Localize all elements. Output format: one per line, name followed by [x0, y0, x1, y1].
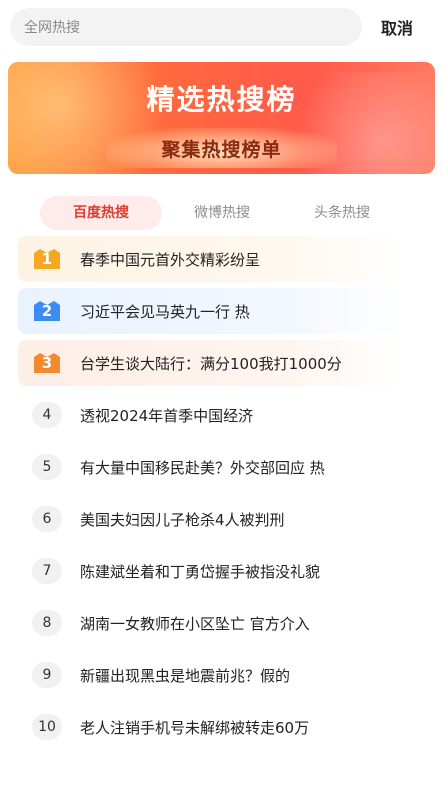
- list-item[interactable]: 5 有大量中国移民赴美？外交部回应 热: [18, 444, 404, 490]
- rank-number: 9: [32, 662, 62, 688]
- banner-subtitle: 聚集热搜榜单: [161, 138, 282, 161]
- list-item[interactable]: 10 老人注销手机号未解绑被转走60万: [18, 704, 404, 750]
- rank-number: 2: [41, 302, 53, 320]
- list-item[interactable]: 9 新疆出现黑虫是地震前兆？假的: [18, 652, 404, 698]
- rank-number: 4: [32, 402, 62, 428]
- item-title: 有大量中国移民赴美？外交部回应 热: [80, 458, 325, 477]
- source-tabs: 百度热搜 微博热搜 头条热搜: [0, 196, 442, 230]
- banner-title: 精选热搜榜: [146, 83, 297, 116]
- item-title: 新疆出现黑虫是地震前兆？假的: [80, 666, 291, 685]
- item-title: 湖南一女教师在小区坠亡 官方介入: [80, 614, 310, 633]
- item-title: 台学生谈大陆行：满分100我打1000分: [80, 354, 342, 373]
- list-item[interactable]: 1 春季中国元首外交精彩纷呈: [18, 236, 404, 282]
- list-item[interactable]: 3 台学生谈大陆行：满分100我打1000分: [18, 340, 404, 386]
- rank-number: 6: [32, 506, 62, 532]
- search-bar: 全网热搜 取消: [10, 8, 432, 46]
- item-title: 春季中国元首外交精彩纷呈: [80, 250, 261, 269]
- search-input[interactable]: 全网热搜: [10, 8, 362, 46]
- item-title: 透视2024年首季中国经济: [80, 406, 254, 425]
- list-item[interactable]: 7 陈建斌坐着和丁勇岱握手被指没礼貌: [18, 548, 404, 594]
- list-item[interactable]: 6 美国夫妇因儿子枪杀4人被判刑: [18, 496, 404, 542]
- hot-list-banner: 精选热搜榜 聚集热搜榜单: [8, 62, 435, 174]
- item-title: 美国夫妇因儿子枪杀4人被判刑: [80, 510, 285, 529]
- search-placeholder: 全网热搜: [24, 20, 80, 36]
- tab-baidu[interactable]: 百度热搜: [40, 196, 162, 230]
- tab-toutiao[interactable]: 头条热搜: [290, 196, 394, 230]
- rank-badge-orange: 3: [32, 351, 62, 375]
- item-title: 陈建斌坐着和丁勇岱握手被指没礼貌: [80, 562, 321, 581]
- rank-number: 3: [41, 354, 53, 372]
- tab-weibo[interactable]: 微博热搜: [170, 196, 274, 230]
- list-item[interactable]: 4 透视2024年首季中国经济: [18, 392, 404, 438]
- item-title: 老人注销手机号未解绑被转走60万: [80, 718, 310, 737]
- rank-badge-blue: 2: [32, 299, 62, 323]
- list-item[interactable]: 2 习近平会见马英九一行 热: [18, 288, 404, 334]
- list-item[interactable]: 8 湖南一女教师在小区坠亡 官方介入: [18, 600, 404, 646]
- rank-number: 1: [41, 250, 53, 268]
- cancel-button[interactable]: 取消: [362, 15, 432, 39]
- banner-subtitle-plate: 聚集热搜榜单: [106, 128, 337, 168]
- hot-search-page: 全网热搜 取消 精选热搜榜 聚集热搜榜单 百度热搜 微博热搜 头条热搜 1 春季…: [0, 0, 442, 786]
- rank-number: 10: [32, 714, 62, 740]
- rank-number: 8: [32, 610, 62, 636]
- rank-number: 7: [32, 558, 62, 584]
- rank-badge-gold: 1: [32, 247, 62, 271]
- rank-number: 5: [32, 454, 62, 480]
- item-title: 习近平会见马英九一行 热: [80, 302, 250, 321]
